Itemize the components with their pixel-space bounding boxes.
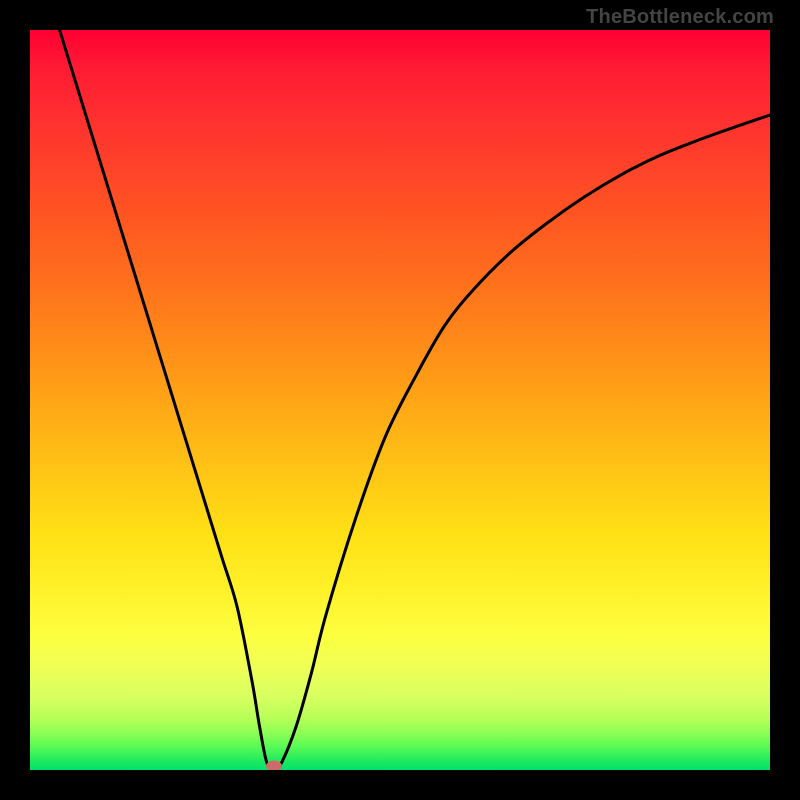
- min-marker: [266, 761, 282, 770]
- bottleneck-curve: [30, 30, 770, 770]
- watermark-text: TheBottleneck.com: [586, 6, 774, 29]
- plot-area: [30, 30, 770, 770]
- chart-frame: TheBottleneck.com: [0, 0, 800, 800]
